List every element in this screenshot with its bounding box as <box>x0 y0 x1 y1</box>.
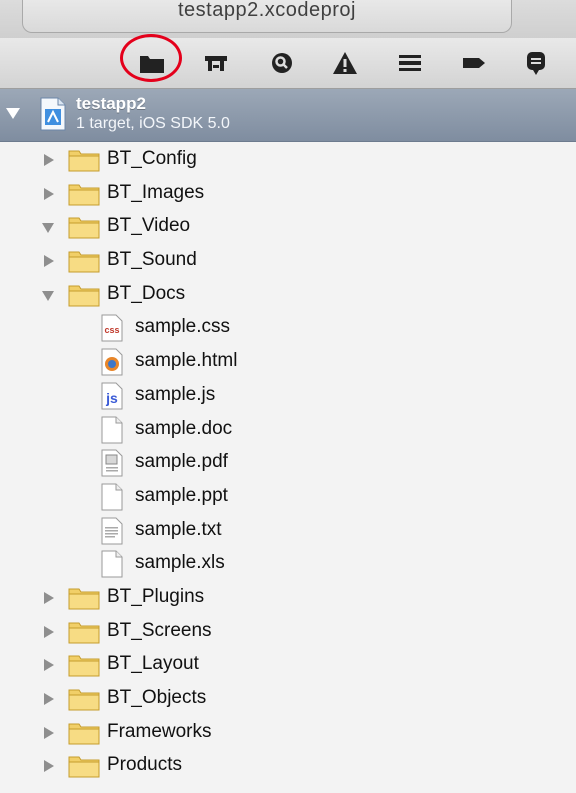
folder-row-bt-objects[interactable]: BT_Objects <box>0 682 576 716</box>
breakpoint-navigator-button[interactable] <box>456 46 492 80</box>
disclosure-triangle-collapsed[interactable] <box>44 255 54 268</box>
warning-icon <box>333 52 357 74</box>
file-row-sample-js[interactable]: js sample.js <box>0 379 576 413</box>
folder-icon <box>68 285 100 307</box>
file-row-sample-doc[interactable]: sample.doc <box>0 413 576 447</box>
disclosure-triangle-collapsed[interactable] <box>44 726 54 739</box>
file-row-sample-html[interactable]: sample.html <box>0 345 576 379</box>
folder-row-bt-sound[interactable]: BT_Sound <box>0 244 576 278</box>
html-file-icon <box>101 348 123 376</box>
issue-navigator-button[interactable] <box>327 46 363 80</box>
folder-row-frameworks[interactable]: Frameworks <box>0 716 576 750</box>
disclosure-triangle-collapsed[interactable] <box>44 591 54 604</box>
folder-label: BT_Layout <box>107 653 199 675</box>
js-file-icon: js <box>101 382 123 410</box>
disclosure-triangle-collapsed[interactable] <box>44 625 54 638</box>
folder-row-bt-screens[interactable]: BT_Screens <box>0 615 576 649</box>
pdf-file-icon <box>101 449 123 477</box>
file-label: sample.html <box>135 350 238 372</box>
folder-label: BT_Docs <box>107 282 186 304</box>
folder-icon <box>68 655 100 677</box>
hierarchy-icon <box>205 56 227 71</box>
debug-navigator-button[interactable] <box>392 46 428 80</box>
log-navigator-button[interactable] <box>518 46 554 80</box>
file-label: sample.txt <box>135 518 222 540</box>
file-label: sample.doc <box>135 417 233 439</box>
folder-label: BT_Objects <box>107 687 207 708</box>
folder-icon <box>140 56 164 73</box>
svg-text:js: js <box>105 390 118 406</box>
symbol-navigator-button[interactable] <box>198 46 234 80</box>
folder-icon <box>68 150 100 172</box>
folder-label: BT_Video <box>107 215 191 237</box>
magnifier-icon <box>272 53 292 73</box>
folder-icon <box>68 689 100 711</box>
text-file-icon <box>101 517 123 545</box>
folder-icon <box>68 184 100 206</box>
svg-text:css: css <box>104 325 119 335</box>
folder-icon <box>68 251 100 273</box>
file-label: sample.js <box>135 383 216 405</box>
folder-label: BT_Plugins <box>107 585 205 607</box>
navigator-selector-bar <box>0 38 576 89</box>
folder-icon <box>68 723 100 745</box>
folder-icon <box>68 217 100 239</box>
folder-label: BT_Config <box>107 148 197 169</box>
file-row-sample-css[interactable]: css sample.css <box>0 311 576 345</box>
folder-icon <box>68 588 100 610</box>
css-file-icon: css <box>101 314 123 342</box>
xcode-project-icon <box>40 97 66 131</box>
project-tab-title: testapp2.xcodeproj <box>177 0 356 21</box>
editor-tab-bar: testapp2.xcodeproj <box>0 0 576 39</box>
disclosure-triangle-collapsed[interactable] <box>44 760 54 773</box>
disclosure-triangle-expanded[interactable] <box>42 223 54 234</box>
project-tab[interactable]: testapp2.xcodeproj <box>22 0 512 33</box>
speech-bubble-icon <box>527 52 545 75</box>
project-name: testapp2 <box>76 94 146 113</box>
disclosure-triangle-collapsed[interactable] <box>44 693 54 705</box>
folder-label: BT_Sound <box>107 249 197 271</box>
folder-icon <box>68 622 100 644</box>
disclosure-triangle-expanded[interactable] <box>42 290 54 301</box>
project-root-row[interactable]: testapp2 1 target, iOS SDK 5.0 <box>0 89 576 142</box>
folder-row-bt-layout[interactable]: BT_Layout <box>0 648 576 682</box>
file-row-sample-ppt[interactable]: sample.ppt <box>0 480 576 514</box>
folder-icon <box>68 756 100 778</box>
folder-row-bt-images[interactable]: BT_Images <box>0 177 576 211</box>
disclosure-triangle-expanded[interactable] <box>6 108 20 119</box>
folder-row-bt-plugins[interactable]: BT_Plugins <box>0 581 576 615</box>
file-label: sample.ppt <box>135 484 228 506</box>
search-navigator-button[interactable] <box>264 46 300 80</box>
list-icon <box>399 55 421 71</box>
blank-file-icon <box>101 483 123 511</box>
file-row-sample-txt[interactable]: sample.txt <box>0 514 576 548</box>
project-navigator-button[interactable] <box>134 46 170 80</box>
folder-row-bt-docs[interactable]: BT_Docs <box>0 278 576 312</box>
folder-label: BT_Images <box>107 181 205 203</box>
disclosure-triangle-collapsed[interactable] <box>44 154 54 166</box>
disclosure-triangle-collapsed[interactable] <box>44 659 54 672</box>
disclosure-triangle-collapsed[interactable] <box>44 187 54 200</box>
folder-row-bt-config[interactable]: BT_Config <box>0 143 576 177</box>
project-subtitle: 1 target, iOS SDK 5.0 <box>76 115 230 132</box>
blank-file-icon <box>101 550 123 578</box>
file-label: sample.css <box>135 316 231 338</box>
folder-row-bt-video[interactable]: BT_Video <box>0 210 576 244</box>
breakpoint-icon <box>463 58 485 68</box>
file-label: sample.xls <box>135 552 225 574</box>
file-row-sample-xls[interactable]: sample.xls <box>0 547 576 581</box>
file-row-sample-pdf[interactable]: sample.pdf <box>0 446 576 480</box>
project-file-tree: BT_Config BT_Images BT_Video BT_Sound BT… <box>0 143 576 783</box>
folder-label: BT_Screens <box>107 619 212 641</box>
file-label: sample.pdf <box>135 451 228 473</box>
folder-row-products[interactable]: Products <box>0 749 576 783</box>
folder-label: Products <box>107 754 182 776</box>
blank-file-icon <box>101 416 123 443</box>
folder-label: Frameworks <box>107 720 212 742</box>
